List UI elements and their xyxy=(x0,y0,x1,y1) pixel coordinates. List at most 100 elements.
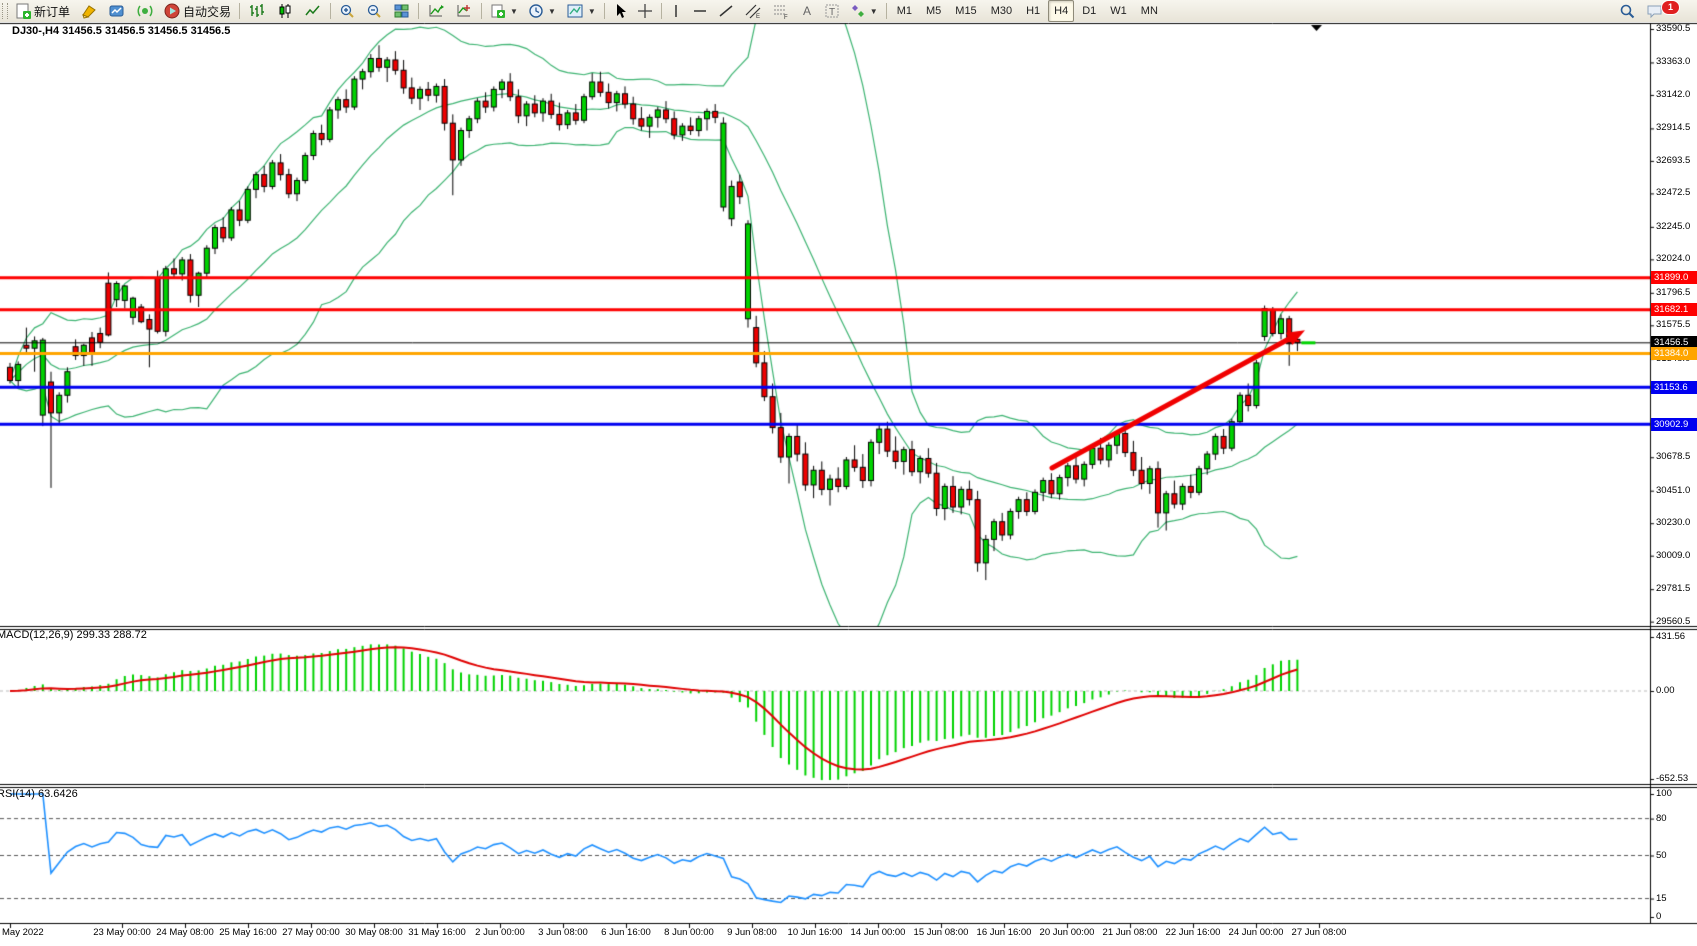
rsi-axis-tick: 80 xyxy=(1656,813,1697,825)
indicator-window-button[interactable] xyxy=(423,0,449,22)
time-axis-label: 31 May 16:00 xyxy=(408,927,466,938)
timeframe-w1[interactable]: W1 xyxy=(1104,0,1133,22)
dropdown-arrow-icon: ▼ xyxy=(870,7,878,16)
trading-terminal: 新订单 自动交易 ▼ ▼ ▼ E F A T ▼ xyxy=(0,0,1697,946)
search-icon xyxy=(1618,3,1636,20)
signals-button[interactable] xyxy=(132,0,158,22)
autotrading-button[interactable]: 自动交易 xyxy=(160,0,235,22)
templates-dropdown[interactable]: ▼ xyxy=(562,0,600,22)
arrows-dropdown[interactable]: ▼ xyxy=(846,0,882,22)
new-order-icon xyxy=(15,3,31,19)
line-chart-icon xyxy=(304,3,322,19)
macd-axis-tick: 0.00 xyxy=(1656,685,1697,697)
trendline-tool[interactable] xyxy=(714,0,738,22)
crosshair-tool-button[interactable] xyxy=(633,0,657,22)
new-order-button[interactable]: 新订单 xyxy=(11,0,74,22)
signal-icon xyxy=(136,3,154,19)
price-axis-tick: 32024.0 xyxy=(1656,253,1697,265)
price-axis-tick: 30678.5 xyxy=(1656,451,1697,463)
text-label-icon: T xyxy=(824,3,840,19)
toolbar-grip[interactable] xyxy=(2,3,8,19)
time-axis-label: 30 May 08:00 xyxy=(345,927,403,938)
channel-tool[interactable]: E xyxy=(740,0,766,22)
horizontal-line-tool[interactable] xyxy=(688,0,712,22)
autotrading-label: 自动交易 xyxy=(183,3,231,20)
cursor-tool-button[interactable] xyxy=(609,0,631,22)
time-axis-label: 24 May 08:00 xyxy=(156,927,214,938)
timeframe-m15[interactable]: M15 xyxy=(949,0,982,22)
zoom-in-button[interactable] xyxy=(335,0,360,22)
periods-dropdown[interactable]: ▼ xyxy=(524,0,560,22)
time-axis-label: 8 Jun 00:00 xyxy=(664,927,714,938)
trendline-icon xyxy=(718,3,734,19)
timeframe-m1[interactable]: M1 xyxy=(891,0,918,22)
toolbar-separator xyxy=(886,3,887,19)
time-axis-label: 15 Jun 08:00 xyxy=(914,927,969,938)
timeframe-mn[interactable]: MN xyxy=(1135,0,1164,22)
text-tool[interactable]: A xyxy=(796,0,818,22)
template-icon xyxy=(566,3,584,19)
zoom-in-icon xyxy=(339,3,356,19)
rsi-axis-tick: 50 xyxy=(1656,850,1697,862)
time-axis-label: 23 May 00:00 xyxy=(93,927,151,938)
time-axis-label: 27 Jun 08:00 xyxy=(1292,927,1347,938)
toolbar-separator xyxy=(661,3,662,19)
price-chart-canvas[interactable] xyxy=(0,22,1697,946)
svg-text:E: E xyxy=(756,14,760,19)
toolbar-separator xyxy=(604,3,605,19)
time-axis-label: 14 Jun 00:00 xyxy=(851,927,906,938)
candle-chart-mode-button[interactable] xyxy=(272,0,298,22)
crosshair-icon xyxy=(637,3,653,19)
price-axis-tick: 30451.0 xyxy=(1656,485,1697,497)
add-indicator-dropdown[interactable]: ▼ xyxy=(486,0,522,22)
tile-windows-icon xyxy=(393,3,410,19)
time-axis-label: 27 May 00:00 xyxy=(282,927,340,938)
horizontal-line-icon xyxy=(692,3,708,19)
tile-windows-button[interactable] xyxy=(389,0,414,22)
bar-chart-mode-button[interactable] xyxy=(244,0,270,22)
price-line-label: 31153.6 xyxy=(1651,381,1697,394)
dropdown-arrow-icon: ▼ xyxy=(588,7,596,16)
text-icon: A xyxy=(800,3,814,19)
price-axis-tick: 31575.5 xyxy=(1656,319,1697,331)
text-label-tool[interactable]: T xyxy=(820,0,844,22)
fibonacci-icon: F xyxy=(772,3,790,19)
marker-tool-button[interactable] xyxy=(76,0,102,22)
timeframe-h1[interactable]: H1 xyxy=(1020,0,1046,22)
rsi-axis-tick: 100 xyxy=(1656,788,1697,800)
fibonacci-tool[interactable]: F xyxy=(768,0,794,22)
market-watch-button[interactable] xyxy=(104,0,130,22)
vertical-line-icon xyxy=(670,3,682,19)
notifications-button[interactable]: 1 xyxy=(1642,0,1690,22)
dropdown-arrow-icon: ▼ xyxy=(510,7,518,16)
search-button[interactable] xyxy=(1614,0,1640,22)
toolbar-separator xyxy=(418,3,419,19)
price-line-label: 30902.9 xyxy=(1651,418,1697,431)
zoom-out-button[interactable] xyxy=(362,0,387,22)
price-axis-tick: 32693.5 xyxy=(1656,155,1697,167)
main-toolbar: 新订单 自动交易 ▼ ▼ ▼ E F A T ▼ xyxy=(0,0,1697,23)
macd-indicator-label: MACD(12,26,9) 299.33 288.72 xyxy=(0,629,147,641)
line-chart-mode-button[interactable] xyxy=(300,0,326,22)
indicator-list-button[interactable] xyxy=(451,0,477,22)
time-axis-label: 6 Jun 16:00 xyxy=(601,927,651,938)
price-axis-tick: 29781.5 xyxy=(1656,583,1697,595)
timeframe-m30[interactable]: M30 xyxy=(985,0,1018,22)
shapes-icon xyxy=(850,3,866,19)
rsi-axis-tick: 0 xyxy=(1656,911,1697,923)
time-axis-label: 10 Jun 16:00 xyxy=(788,927,843,938)
macd-axis-tick: 431.56 xyxy=(1656,631,1697,643)
price-axis-tick: 32245.0 xyxy=(1656,221,1697,233)
candlestick-icon xyxy=(276,3,294,19)
timeframe-m5[interactable]: M5 xyxy=(920,0,947,22)
time-axis-label: 2 Jun 00:00 xyxy=(475,927,525,938)
price-axis-tick: 33363.0 xyxy=(1656,56,1697,68)
vertical-line-tool[interactable] xyxy=(666,0,686,22)
zoom-out-icon xyxy=(366,3,383,19)
price-axis-tick: 29560.5 xyxy=(1656,616,1697,628)
toolbar-separator xyxy=(481,3,482,19)
timeframe-h4[interactable]: H4 xyxy=(1048,0,1074,22)
timeframe-d1[interactable]: D1 xyxy=(1076,0,1102,22)
toolbar-right-group: 1 xyxy=(1613,0,1691,22)
chart-title: DJ30-,H4 31456.5 31456.5 31456.5 31456.5 xyxy=(12,25,230,37)
